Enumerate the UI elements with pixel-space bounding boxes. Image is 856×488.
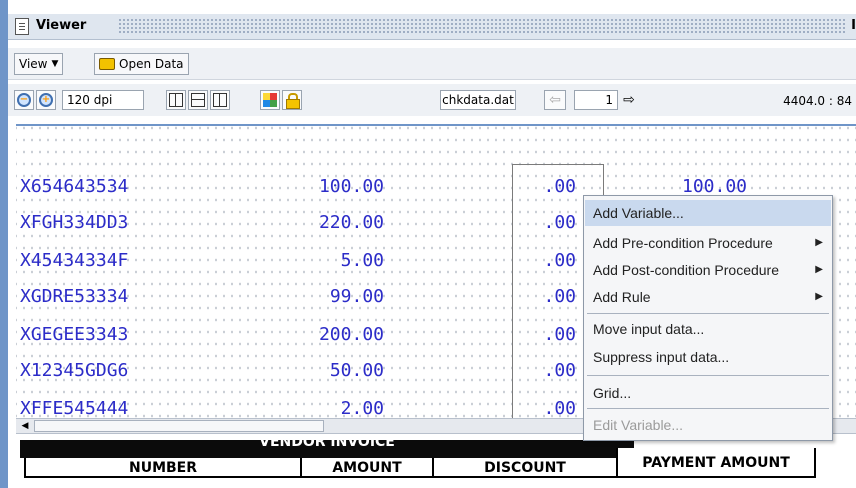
menu-item-label: Suppress input data... — [593, 349, 730, 365]
discount-value: .00 — [543, 360, 576, 381]
zoom-out-icon: − — [17, 93, 31, 107]
invoice-banner: VENDOR INVOICE — [20, 440, 634, 458]
discount-value: .00 — [543, 176, 576, 197]
amount-column-header: AMOUNT — [300, 458, 432, 478]
discount-value: .00 — [543, 250, 576, 271]
color-button[interactable] — [260, 90, 280, 110]
amount-value: 50.00 — [329, 360, 384, 381]
discount-value: .00 — [543, 212, 576, 233]
data-file-field[interactable]: chkdata.dat — [440, 90, 516, 110]
zoom-in-icon: + — [39, 93, 53, 107]
vendor-code: XGDRE53334 — [20, 286, 129, 307]
view-menu-label: View — [19, 57, 48, 71]
amount-value: 200.00 — [318, 324, 384, 345]
window-title: Viewer — [36, 18, 93, 33]
context-menu: Add Variable... Add Pre-condition Proced… — [583, 195, 833, 441]
horizontal-grid-icon — [191, 93, 205, 107]
discount-value: .00 — [543, 324, 576, 345]
menu-item-add-post-condition[interactable]: Add Post-condition Procedure ▶ — [585, 257, 831, 283]
discount-value: .00 — [543, 286, 576, 307]
menu-item-edit-variable: Edit Variable... — [585, 412, 831, 438]
menu-separator — [587, 375, 829, 376]
open-data-label: Open Data — [119, 57, 184, 71]
scrollbar-thumb[interactable] — [34, 420, 324, 432]
invoice-banner-label: VENDOR INVOICE — [259, 440, 395, 450]
coordinate-readout: 4404.0 : 84 — [783, 94, 852, 108]
menu-separator — [587, 408, 829, 409]
window-title-overflow: I — [851, 18, 856, 33]
page-number-field[interactable]: 1 — [574, 90, 618, 110]
grid-toggle-button[interactable] — [210, 90, 230, 110]
grid-toggle-icon — [213, 93, 227, 107]
amount-value: 220.00 — [318, 212, 384, 233]
submenu-arrow-icon: ▶ — [815, 237, 823, 248]
scroll-left-icon[interactable]: ◀ — [18, 420, 32, 432]
dpi-field[interactable]: 120 dpi — [62, 90, 144, 110]
folder-icon — [99, 58, 115, 70]
view-menu-button[interactable]: View ▼ — [14, 53, 64, 75]
menu-item-add-rule[interactable]: Add Rule ▶ — [585, 284, 831, 310]
menu-item-label: Add Post-condition Procedure — [593, 262, 779, 278]
view-toolbar: − + 120 dpi chkdata.dat ⇦ 1 ⇨ 4404.0 : 8… — [8, 84, 856, 116]
vertical-grid-icon — [169, 93, 183, 107]
vendor-code: XFGH334DD3 — [20, 212, 129, 233]
lock-button[interactable] — [282, 90, 302, 110]
title-bar[interactable]: Viewer I — [8, 14, 856, 40]
menu-toolbar: View ▼ Open Data — [8, 48, 856, 80]
color-palette-icon — [263, 93, 277, 107]
submenu-arrow-icon: ▶ — [815, 291, 823, 302]
horizontal-grid-button[interactable] — [188, 90, 208, 110]
payment-value: 100.00 — [682, 176, 748, 197]
back-button[interactable]: ⇦ — [544, 90, 566, 110]
discount-column-header: DISCOUNT — [432, 458, 616, 478]
vertical-grid-button[interactable] — [166, 90, 186, 110]
vendor-code: X45434334F — [20, 250, 129, 271]
open-data-button[interactable]: Open Data — [94, 53, 189, 75]
payment-column-header: PAYMENT AMOUNT — [616, 448, 816, 478]
amount-value: 100.00 — [318, 176, 384, 197]
forward-button[interactable]: ⇨ — [618, 90, 640, 110]
menu-item-label: Grid... — [593, 385, 632, 401]
zoom-out-button[interactable]: − — [14, 90, 34, 110]
menu-item-label: Edit Variable... — [593, 417, 684, 433]
number-column-header: NUMBER — [24, 458, 300, 478]
vendor-code: XGEGEE3343 — [20, 324, 129, 345]
vendor-code: X12345GDG6 — [20, 360, 129, 381]
document-icon — [15, 18, 29, 35]
menu-item-suppress-input-data[interactable]: Suppress input data... — [585, 344, 831, 370]
menu-item-move-input-data[interactable]: Move input data... — [585, 316, 831, 342]
menu-item-add-variable[interactable]: Add Variable... — [585, 200, 831, 226]
invoice-template: VENDOR INVOICE NUMBER AMOUNT DISCOUNT PA… — [20, 440, 820, 488]
menu-separator — [587, 313, 829, 314]
menu-item-label: Move input data... — [593, 321, 705, 337]
submenu-arrow-icon: ▶ — [815, 264, 823, 275]
vendor-code: XFFE545444 — [20, 398, 129, 418]
vendor-code: X654643534 — [20, 176, 129, 197]
title-bar-grip — [118, 18, 846, 35]
menu-item-label: Add Variable... — [593, 205, 684, 221]
window-left-border — [0, 0, 8, 488]
zoom-in-button[interactable]: + — [36, 90, 56, 110]
menu-item-label: Add Pre-condition Procedure — [593, 235, 773, 251]
forward-arrow-icon: ⇨ — [623, 92, 635, 108]
back-arrow-icon: ⇦ — [549, 92, 561, 108]
chevron-down-icon: ▼ — [51, 59, 59, 69]
menu-item-grid[interactable]: Grid... — [585, 380, 831, 406]
menu-item-add-pre-condition[interactable]: Add Pre-condition Procedure ▶ — [585, 230, 831, 256]
amount-value: 99.00 — [329, 286, 384, 307]
menu-item-label: Add Rule — [593, 289, 651, 305]
lock-icon — [286, 93, 300, 109]
amount-value: 5.00 — [340, 250, 384, 271]
amount-value: 2.00 — [340, 398, 384, 418]
discount-value: .00 — [543, 398, 576, 418]
